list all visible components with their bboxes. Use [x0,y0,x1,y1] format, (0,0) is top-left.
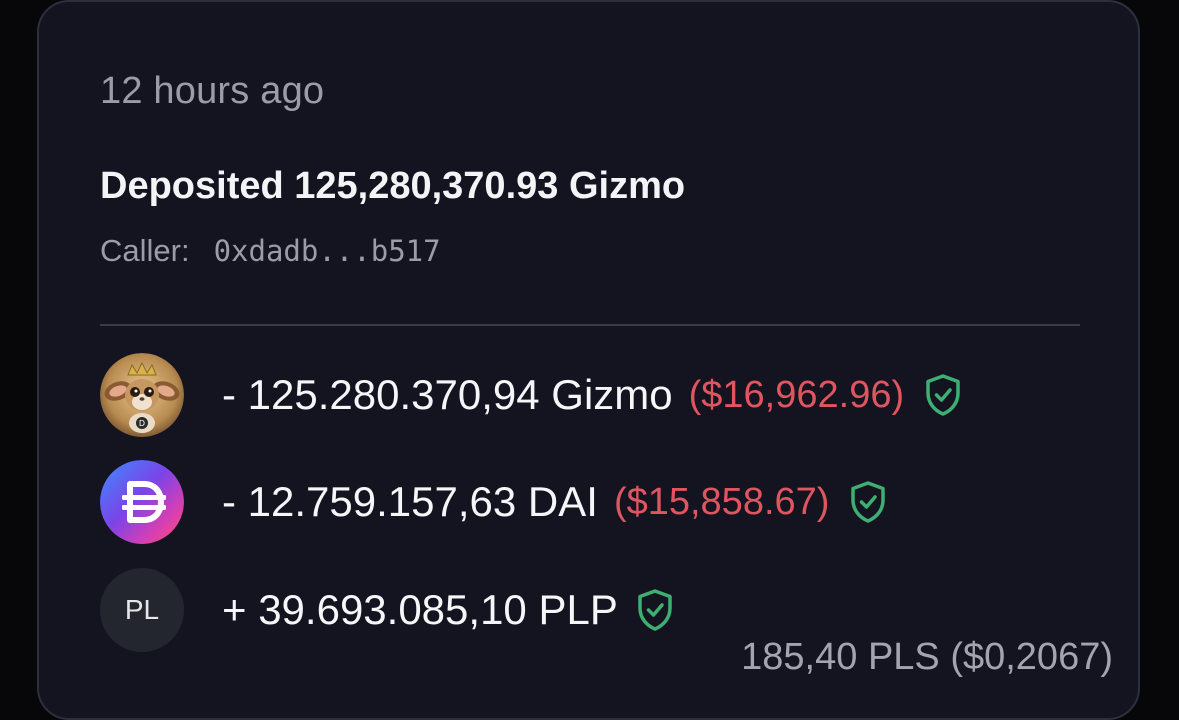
dai-token-icon [100,460,184,544]
gizmo-token-icon: D [100,353,184,437]
transfer-row-plp: PL + 39.693.085,10 PLP [100,568,674,652]
timestamp: 12 hours ago [100,70,325,112]
transfer-row-gizmo: D - 125.280.370,94 Gizmo ($16,962.96) [100,353,962,437]
transfer-amount: - 12.759.157,63 DAI [222,478,598,525]
transfer-usd-value: ($16,962.96) [688,373,905,416]
caller-row: Caller: 0xdadb...b517 [100,233,441,269]
verified-shield-icon [636,588,674,632]
pl-token-icon: PL [100,568,184,652]
svg-text:D: D [139,419,145,428]
fee-value: 185,40 PLS ($0,2067) [741,636,1113,678]
transfer-usd-value: ($15,858.67) [613,480,830,523]
divider [100,324,1080,326]
activity-title: Deposited 125,280,370.93 Gizmo [100,165,686,207]
transfer-row-dai: - 12.759.157,63 DAI ($15,858.67) [100,460,887,544]
verified-shield-icon [849,480,887,524]
verified-shield-icon [924,373,962,417]
transfer-amount: - 125.280.370,94 Gizmo [222,371,673,418]
transfer-amount: + 39.693.085,10 PLP [222,586,618,633]
caller-address[interactable]: 0xdadb...b517 [214,234,441,268]
pl-token-icon-text: PL [124,594,160,625]
caller-label: Caller: [100,233,190,268]
